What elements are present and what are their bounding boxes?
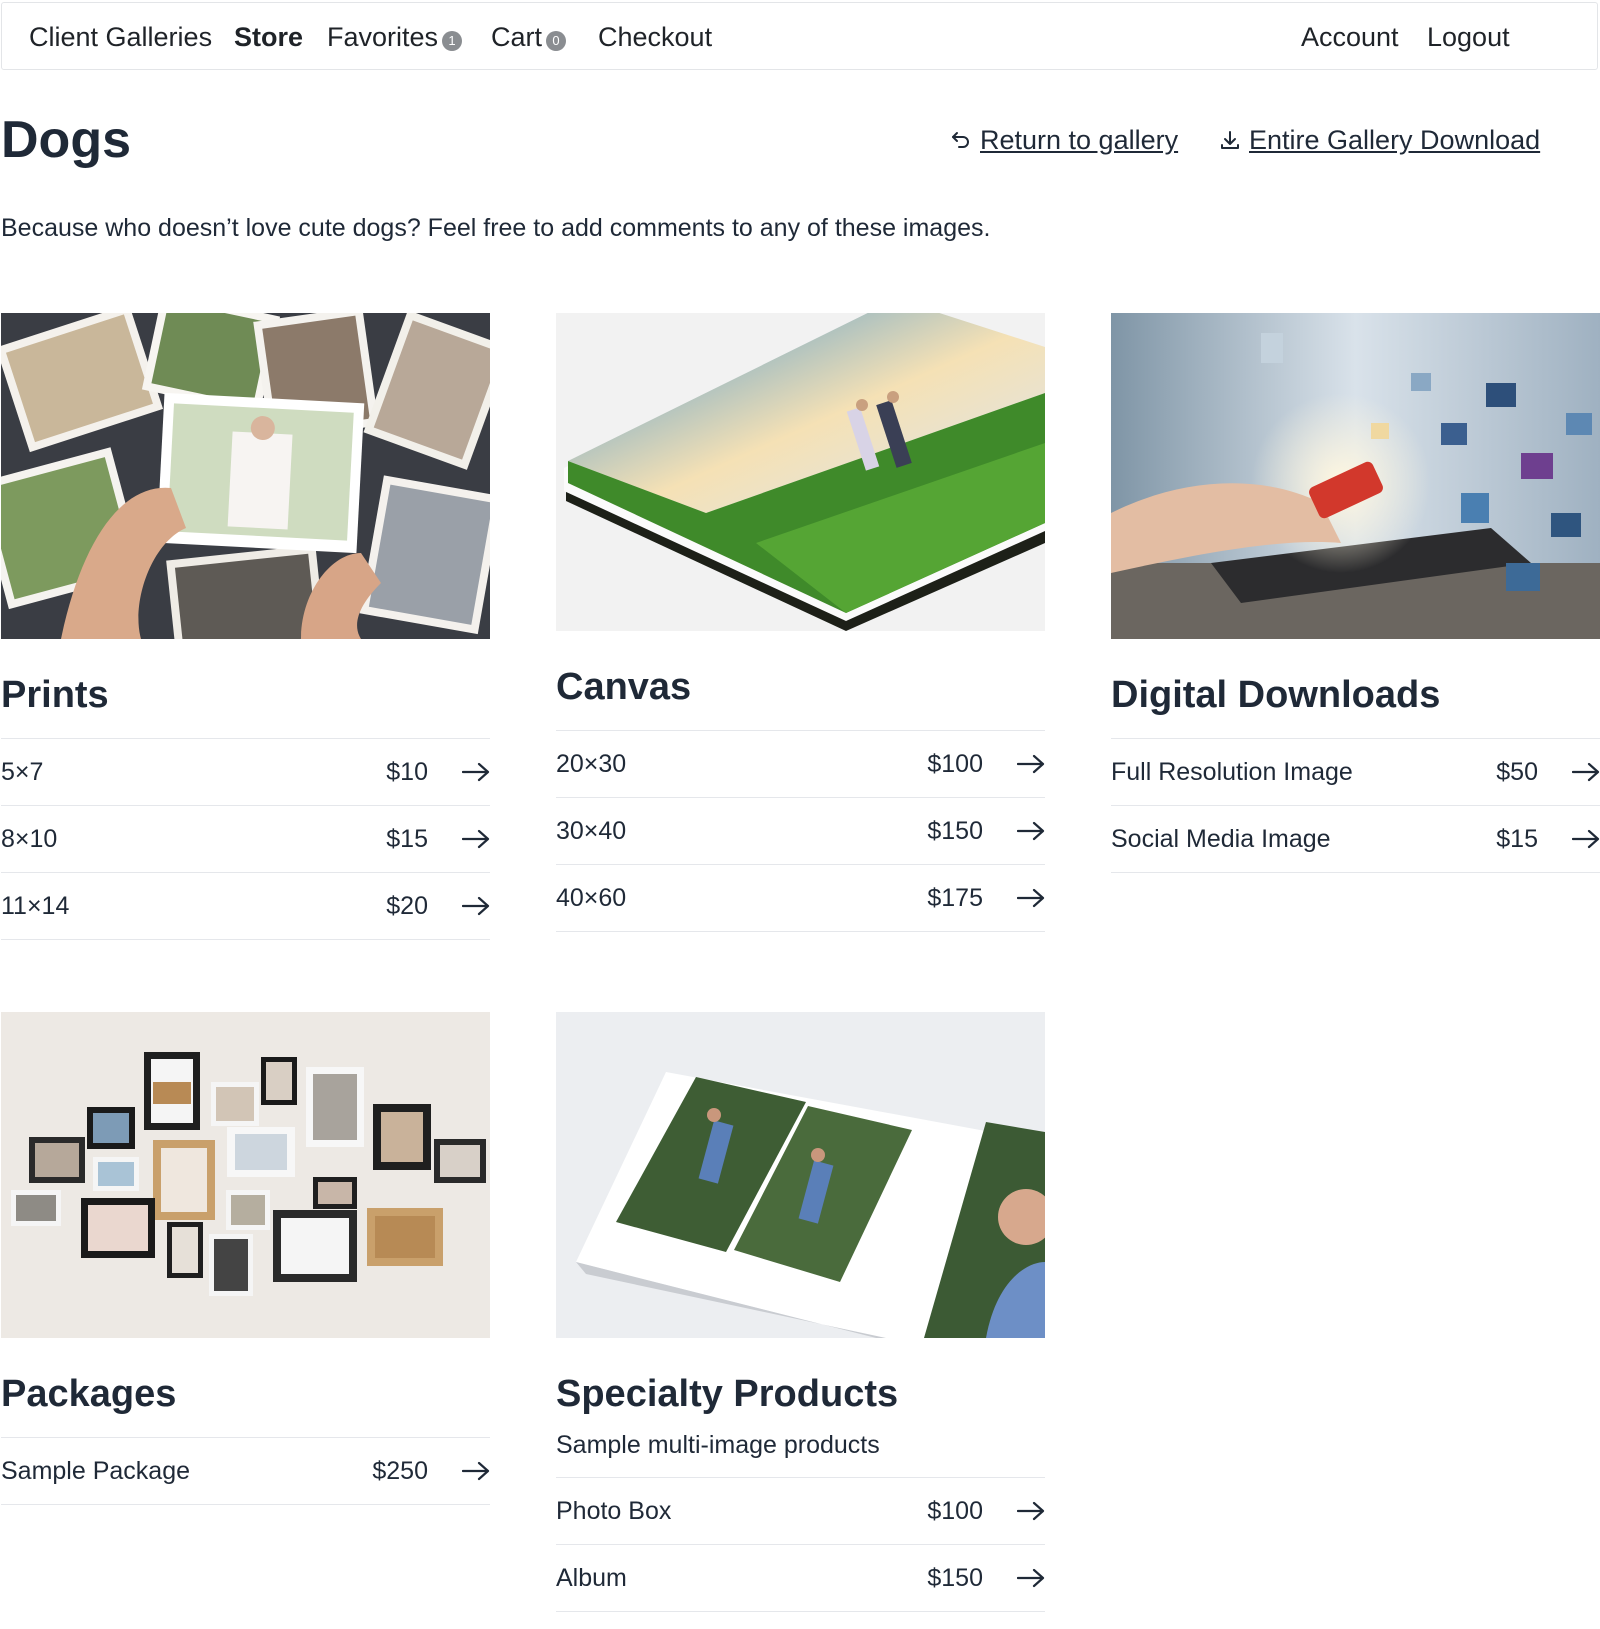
arrow-right-icon[interactable] (462, 895, 490, 917)
nav-cart-label: Cart (491, 22, 543, 52)
card-title-packages: Packages (1, 1373, 177, 1415)
product-row-name: Social Media Image (1111, 825, 1331, 853)
product-row[interactable]: Photo Box $100 (556, 1478, 1045, 1545)
gallery-description: Because who doesn’t love cute dogs? Feel… (1, 214, 991, 242)
product-row-name: 11×14 (1, 892, 70, 920)
arrow-right-icon[interactable] (462, 761, 490, 783)
product-row[interactable]: Album $150 (556, 1545, 1045, 1612)
digital-photo[interactable] (1111, 313, 1600, 639)
product-row[interactable]: 30×40 $150 (556, 798, 1045, 865)
arrow-right-icon[interactable] (1017, 1567, 1045, 1589)
product-card-specialty-products: Specialty Products Sample multi-image pr… (556, 1012, 1045, 1612)
product-row[interactable]: 11×14 $20 (1, 873, 490, 940)
nav-favorites[interactable]: Favorites 1 (327, 3, 463, 71)
product-row-price: $100 (927, 750, 983, 778)
arrow-right-icon[interactable] (1017, 820, 1045, 842)
packages-options-list: Sample Package $250 (1, 1437, 490, 1505)
product-row-price: $150 (927, 817, 983, 845)
product-row-price: $10 (386, 758, 428, 786)
entire-gallery-download-label: Entire Gallery Download (1249, 125, 1541, 155)
entire-gallery-download-link[interactable]: Entire Gallery Download (1219, 118, 1540, 162)
card-title-digital-downloads: Digital Downloads (1111, 674, 1441, 716)
card-title-specialty-products: Specialty Products (556, 1373, 899, 1415)
nav-logout[interactable]: Logout (1427, 3, 1510, 71)
favorites-count-badge: 1 (442, 30, 463, 51)
card-title-prints: Prints (1, 674, 109, 716)
product-row[interactable]: Full Resolution Image $50 (1111, 739, 1600, 806)
digital-options-list: Full Resolution Image $50 Social Media I… (1111, 738, 1600, 873)
product-row[interactable]: 8×10 $15 (1, 806, 490, 873)
packages-photo[interactable] (1, 1012, 490, 1338)
product-row-name: Photo Box (556, 1497, 672, 1525)
nav-favorites-label: Favorites (327, 22, 439, 52)
product-row-name: Sample Package (1, 1457, 191, 1485)
nav-client-galleries[interactable]: Client Galleries (29, 3, 212, 71)
product-card-canvas: Canvas 20×30 $100 30×40 $150 40×60 $175 (556, 313, 1045, 932)
product-card-prints: Prints 5×7 $10 8×10 $15 11×14 $20 (1, 313, 490, 940)
product-row-price: $15 (386, 825, 428, 853)
arrow-right-icon[interactable] (1017, 1500, 1045, 1522)
download-icon (1221, 130, 1239, 149)
arrow-right-icon[interactable] (462, 828, 490, 850)
top-navbar: Client Galleries Store Favorites 1 Cart 0 … (1, 2, 1598, 70)
canvas-options-list: 20×30 $100 30×40 $150 40×60 $175 (556, 730, 1045, 932)
nav-store[interactable]: Store (234, 3, 303, 71)
return-arrow-icon (952, 131, 969, 148)
product-row[interactable]: Sample Package $250 (1, 1438, 490, 1505)
product-row[interactable]: 20×30 $100 (556, 731, 1045, 798)
card-title-canvas: Canvas (556, 666, 692, 708)
canvas-photo[interactable] (556, 313, 1045, 631)
arrow-right-icon[interactable] (1017, 753, 1045, 775)
product-row-name: 30×40 (556, 817, 627, 845)
specialty-photo[interactable] (556, 1012, 1045, 1338)
product-row[interactable]: 5×7 $10 (1, 739, 490, 806)
product-card-packages: Packages Sample Package $250 (1, 1012, 490, 1505)
product-row-name: Full Resolution Image (1111, 758, 1353, 786)
product-row-price: $15 (1496, 825, 1538, 853)
product-row-name: 40×60 (556, 884, 627, 912)
product-row-price: $175 (927, 884, 983, 912)
nav-account[interactable]: Account (1301, 3, 1399, 71)
arrow-right-icon[interactable] (1017, 887, 1045, 909)
product-row-name: 5×7 (1, 758, 44, 786)
cart-count-badge: 0 (546, 30, 567, 51)
product-row-name: 20×30 (556, 750, 627, 778)
product-row-name: 8×10 (1, 825, 58, 853)
return-to-gallery-label: Return to gallery (980, 125, 1179, 155)
product-row-price: $50 (1496, 758, 1538, 786)
product-card-digital-downloads: Digital Downloads Full Resolution Image … (1111, 313, 1600, 873)
product-row-price: $100 (927, 1497, 983, 1525)
nav-checkout[interactable]: Checkout (598, 3, 712, 71)
arrow-right-icon[interactable] (1572, 828, 1600, 850)
product-row[interactable]: 40×60 $175 (556, 865, 1045, 932)
product-row[interactable]: Social Media Image $15 (1111, 806, 1600, 873)
arrow-right-icon[interactable] (462, 1460, 490, 1482)
arrow-right-icon[interactable] (1572, 761, 1600, 783)
prints-photo[interactable] (1, 313, 490, 639)
product-row-price: $250 (372, 1457, 428, 1485)
specialty-options-list: Photo Box $100 Album $150 (556, 1477, 1045, 1612)
return-to-gallery-link[interactable]: Return to gallery (950, 118, 1178, 162)
product-row-name: Album (556, 1564, 627, 1592)
product-row-price: $20 (386, 892, 428, 920)
prints-options-list: 5×7 $10 8×10 $15 11×14 $20 (1, 738, 490, 940)
card-subtitle-specialty-products: Sample multi-image products (556, 1431, 880, 1459)
page-title: Dogs (1, 111, 131, 169)
nav-cart[interactable]: Cart 0 (491, 3, 567, 71)
product-row-price: $150 (927, 1564, 983, 1592)
